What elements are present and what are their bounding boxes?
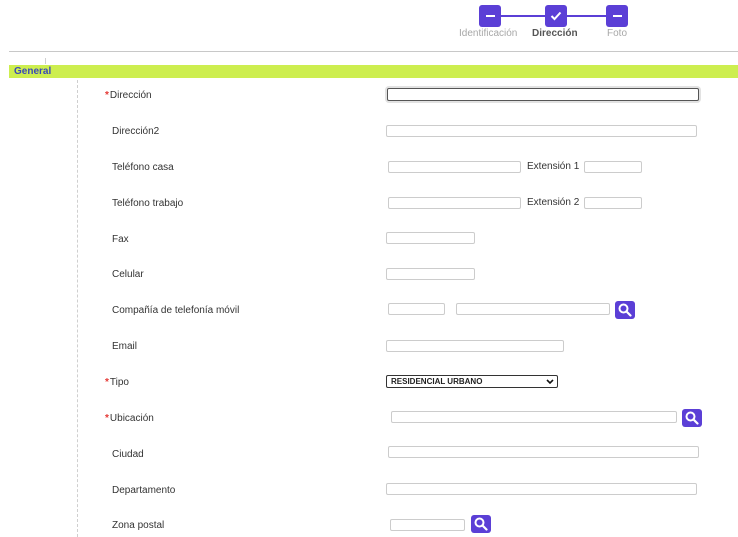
ubicacion-input[interactable] (391, 411, 677, 423)
compania-search-button[interactable] (615, 301, 635, 319)
compania-label: Compañía de telefonía móvil (112, 305, 240, 316)
section-guide-top (45, 58, 46, 64)
zona-postal-label: Zona postal (112, 520, 165, 531)
fax-input[interactable] (386, 232, 475, 244)
celular-label: Celular (112, 269, 144, 280)
ubicacion-label: *Ubicación (105, 413, 154, 424)
email-label: Email (112, 341, 138, 352)
required-marker: * (105, 90, 109, 101)
departamento-input[interactable] (386, 483, 697, 495)
wizard-connector-1 (500, 15, 546, 17)
tipo-selected-value: RESIDENCIAL URBANO (391, 377, 483, 386)
step-identificacion-label[interactable]: Identificación (459, 28, 517, 39)
minus-icon (612, 15, 622, 17)
required-marker: * (105, 377, 109, 388)
telefono-trabajo-label: Teléfono trabajo (112, 198, 184, 209)
email-input[interactable] (386, 340, 564, 352)
direccion2-label: Dirección2 (112, 126, 160, 137)
chevron-down-icon (546, 379, 554, 385)
ubicacion-search-button[interactable] (682, 409, 702, 427)
celular-input[interactable] (386, 268, 475, 280)
step-identificacion-button[interactable] (479, 5, 501, 27)
section-title: General (14, 66, 52, 77)
tipo-select[interactable]: RESIDENCIAL URBANO (386, 375, 558, 388)
compania-code-input[interactable] (388, 303, 445, 315)
section-header-general[interactable]: General (9, 65, 738, 78)
zona-postal-search-button[interactable] (471, 515, 491, 533)
direccion-input[interactable] (387, 88, 699, 101)
zona-postal-input[interactable] (390, 519, 465, 531)
step-foto-button[interactable] (606, 5, 628, 27)
minus-icon (485, 15, 495, 17)
extension1-label: Extensión 1 (527, 161, 580, 172)
check-icon (550, 11, 562, 21)
telefono-casa-label: Teléfono casa (112, 162, 174, 173)
direccion-label: *Dirección (105, 90, 152, 101)
step-direccion-label[interactable]: Dirección (532, 28, 578, 39)
step-direccion-button[interactable] (545, 5, 567, 27)
extension2-input[interactable] (584, 197, 642, 209)
telefono-casa-input[interactable] (388, 161, 521, 173)
ciudad-input[interactable] (388, 446, 699, 458)
wizard-connector-2 (566, 15, 608, 17)
ciudad-label: Ciudad (112, 449, 144, 460)
required-marker: * (105, 413, 109, 424)
search-icon (474, 517, 488, 531)
header-divider (9, 51, 738, 52)
step-foto-label[interactable]: Foto (607, 28, 627, 39)
form-guide-line (77, 80, 78, 537)
extension1-input[interactable] (584, 161, 642, 173)
telefono-trabajo-input[interactable] (388, 197, 521, 209)
fax-label: Fax (112, 234, 129, 245)
extension2-label: Extensión 2 (527, 197, 580, 208)
search-icon (685, 411, 699, 425)
direccion2-input[interactable] (386, 125, 697, 137)
departamento-label: Departamento (112, 485, 176, 496)
compania-name-input[interactable] (456, 303, 610, 315)
tipo-label: *Tipo (105, 377, 129, 388)
search-icon (618, 303, 632, 317)
